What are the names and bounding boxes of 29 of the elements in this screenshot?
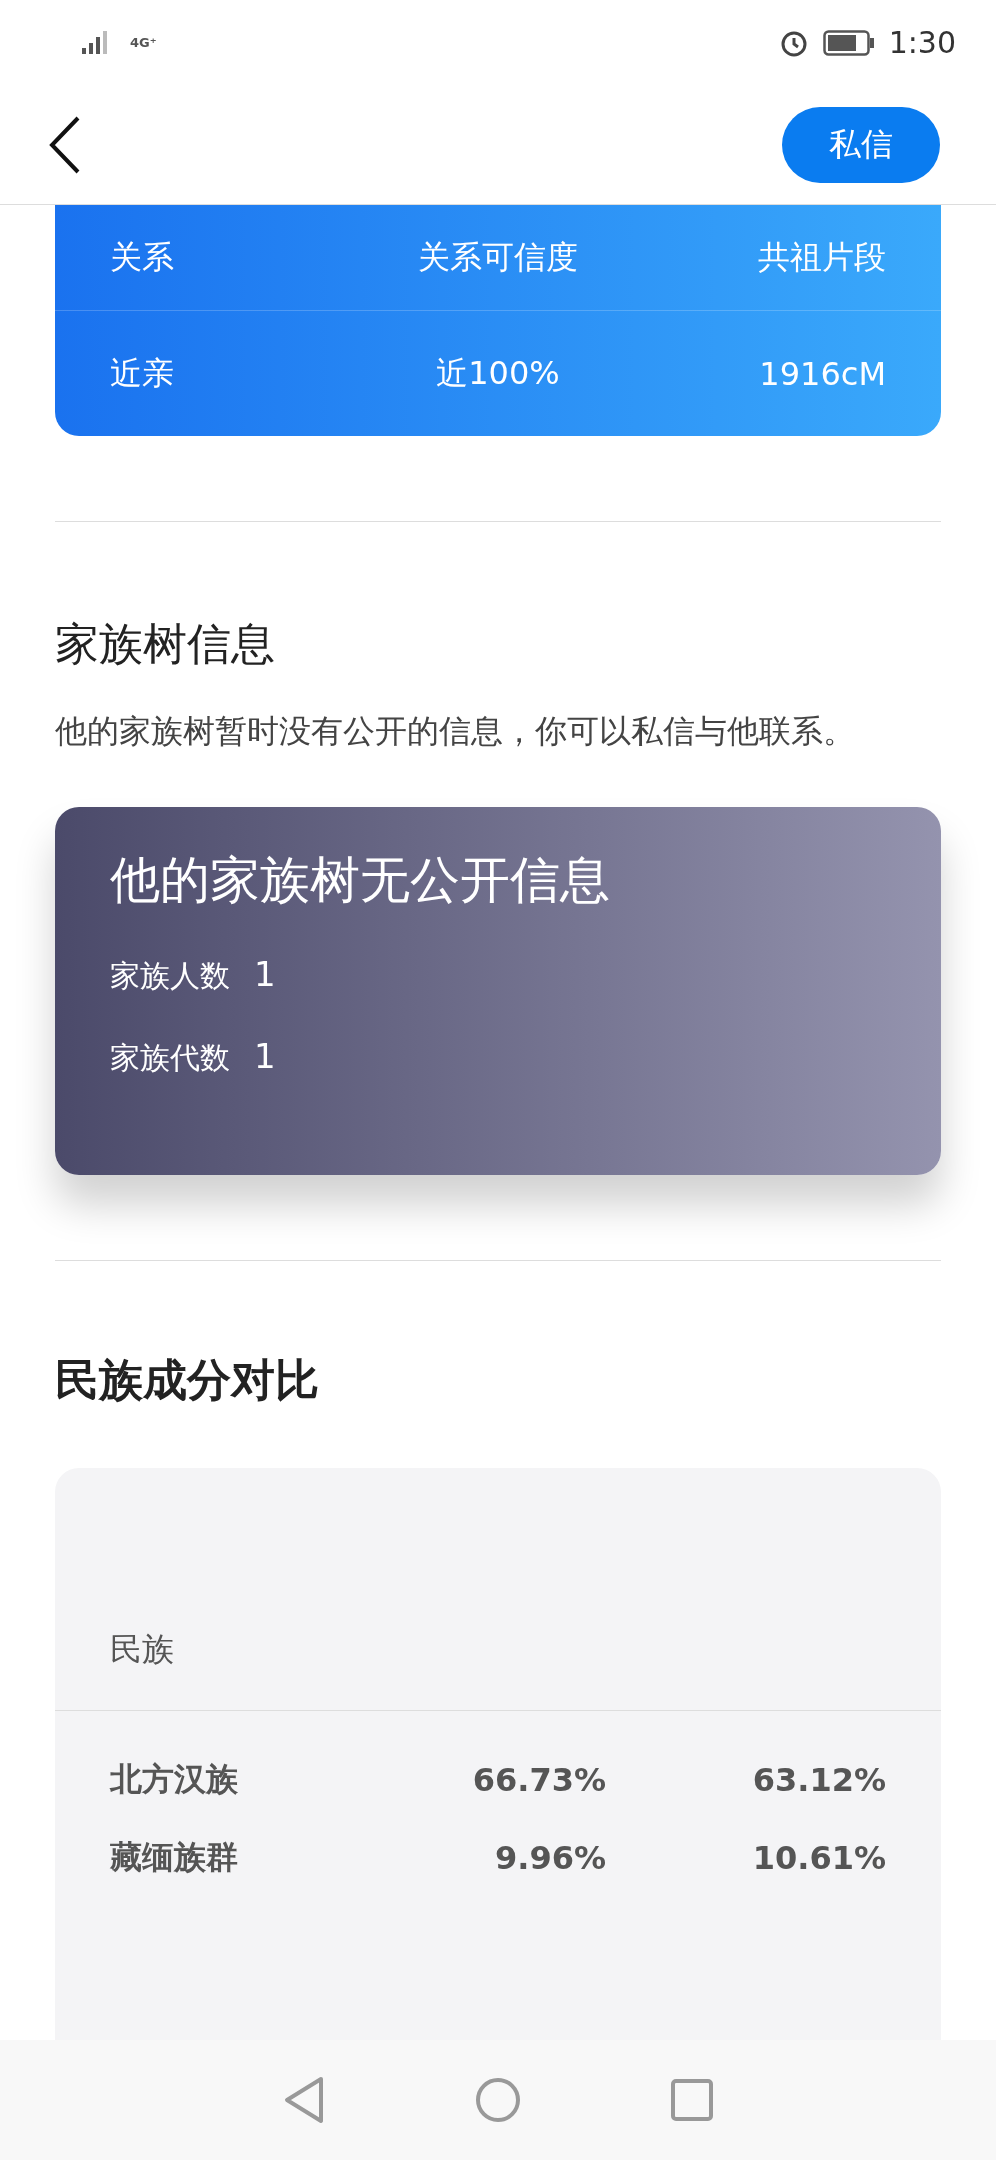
- stat-label: 家族人数: [110, 957, 230, 995]
- section-title: 家族树信息: [55, 617, 276, 671]
- home-nav-icon[interactable]: [475, 2077, 521, 2123]
- percentage-cell: 9.96%: [495, 1839, 606, 1877]
- clock-time: 1:30: [888, 25, 956, 60]
- table-cell-text: 近100%: [436, 352, 560, 394]
- column-header: 关系: [110, 236, 174, 278]
- stat-value: 1: [254, 1036, 276, 1076]
- table-cell: 1916cM: [759, 354, 886, 393]
- section-title: 民族成分对比: [55, 1353, 320, 1407]
- card-title: 他的家族树无公开信息: [110, 850, 611, 911]
- stat-value: 1: [254, 954, 276, 994]
- recents-nav-icon[interactable]: [671, 2079, 713, 2121]
- network-label: 4G⁺: [130, 35, 157, 50]
- ethnicity-name: 北方汉族: [110, 1759, 238, 1800]
- back-nav-icon[interactable]: [283, 2076, 325, 2124]
- column-header: 关系可信度: [418, 236, 578, 278]
- column-header: 共祖片段: [758, 236, 886, 278]
- message-button[interactable]: 私信: [782, 106, 940, 183]
- back-icon[interactable]: [48, 115, 82, 174]
- percentage-cell: 10.61%: [752, 1839, 886, 1877]
- description-text: 他的家族树暂时没有公开的信息，你可以私信与他联系。: [55, 711, 856, 752]
- stat-label: 家族代数: [110, 1039, 230, 1077]
- percentage-cell: 63.12%: [752, 1761, 886, 1799]
- ethnicity-name: 藏缅族群: [110, 1837, 238, 1878]
- percentage-cell: 66.73%: [472, 1761, 606, 1799]
- table-cell-text: 近亲: [110, 352, 174, 394]
- battery-icon: [822, 29, 875, 56]
- column-header: 民族: [110, 1629, 174, 1670]
